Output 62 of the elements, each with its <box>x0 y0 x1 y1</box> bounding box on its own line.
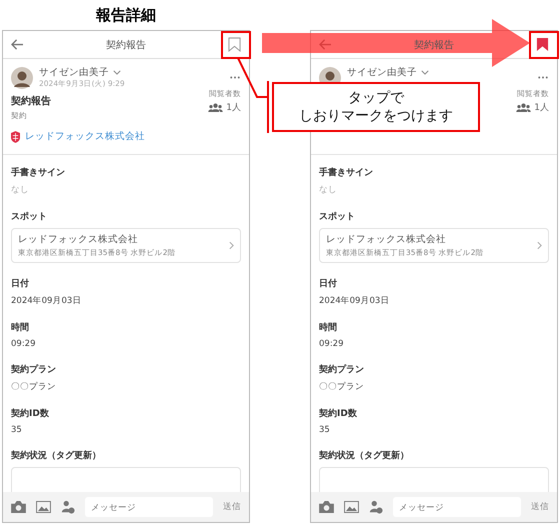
field-value: 2024年09月03日 <box>11 295 82 307</box>
shield-icon <box>11 130 20 142</box>
field-label: 契約状況（タグ更新） <box>11 449 102 462</box>
person-add-icon[interactable] <box>369 500 383 514</box>
field-label: 日付 <box>11 278 30 290</box>
people-icon <box>208 103 224 112</box>
message-field[interactable]: メッセージ <box>85 497 213 517</box>
field-value: 〇〇プラン <box>319 381 365 393</box>
field-value: 09:29 <box>11 339 36 349</box>
field-label: 契約プラン <box>319 363 365 376</box>
field-value: 35 <box>11 425 23 435</box>
image-icon[interactable] <box>36 501 51 513</box>
bookmark-icon[interactable] <box>536 37 549 52</box>
back-arrow-icon[interactable] <box>11 39 24 50</box>
callout-text: タップで <box>348 89 404 107</box>
spot-name: レッドフォックス株式会社 <box>326 233 447 246</box>
field-value: 09:29 <box>319 339 344 349</box>
highlight-box <box>221 31 251 59</box>
field-label: スポット <box>11 210 48 223</box>
chevron-down-icon[interactable] <box>421 70 429 75</box>
callout-text: しおりマークをつけます <box>299 107 453 125</box>
field-value: 2024年09月03日 <box>319 295 390 307</box>
field-label: 時間 <box>319 321 338 334</box>
person-add-icon[interactable] <box>61 500 75 514</box>
camera-icon[interactable] <box>319 501 334 513</box>
author-name: サイゼン由美子 <box>347 66 417 79</box>
image-icon[interactable] <box>344 501 359 513</box>
message-field[interactable]: メッセージ <box>393 497 521 517</box>
viewers-count: 1人 <box>534 102 549 114</box>
chevron-right-icon <box>537 241 542 250</box>
report-title: 契約報告 <box>11 94 52 108</box>
author-name: サイゼン由美子 <box>39 66 109 79</box>
more-icon[interactable] <box>229 76 241 79</box>
field-label: 手書きサイン <box>319 166 374 179</box>
spot-name: レッドフォックス株式会社 <box>18 233 139 246</box>
field-label: 手書きサイン <box>11 166 66 179</box>
page-title: 報告詳細 <box>95 5 157 26</box>
viewers-count: 1人 <box>226 102 241 114</box>
field-value: なし <box>11 184 30 196</box>
people-icon <box>516 103 532 112</box>
chevron-right-icon <box>229 241 234 250</box>
highlight-box <box>529 31 559 59</box>
field-value: なし <box>319 184 338 196</box>
field-label: 日付 <box>319 278 338 290</box>
field-label: 契約ID数 <box>11 407 50 420</box>
send-button[interactable]: 送信 <box>223 501 241 513</box>
bookmark-icon[interactable] <box>228 37 241 52</box>
screen-title: 契約報告 <box>413 38 455 52</box>
avatar <box>11 66 33 88</box>
field-value: 〇〇プラン <box>11 381 57 393</box>
chevron-down-icon[interactable] <box>113 70 121 75</box>
field-label: 契約状況（タグ更新） <box>319 449 410 462</box>
field-value: 35 <box>319 425 331 435</box>
field-label: スポット <box>319 210 356 223</box>
send-button[interactable]: 送信 <box>531 501 549 513</box>
camera-icon[interactable] <box>11 501 26 513</box>
more-icon[interactable] <box>537 76 549 79</box>
field-label: 契約プラン <box>11 363 57 376</box>
company-link[interactable]: レッドフォックス株式会社 <box>25 130 145 143</box>
screen-title: 契約報告 <box>105 38 147 52</box>
field-label: 時間 <box>11 321 30 334</box>
field-label: 契約ID数 <box>319 407 358 420</box>
